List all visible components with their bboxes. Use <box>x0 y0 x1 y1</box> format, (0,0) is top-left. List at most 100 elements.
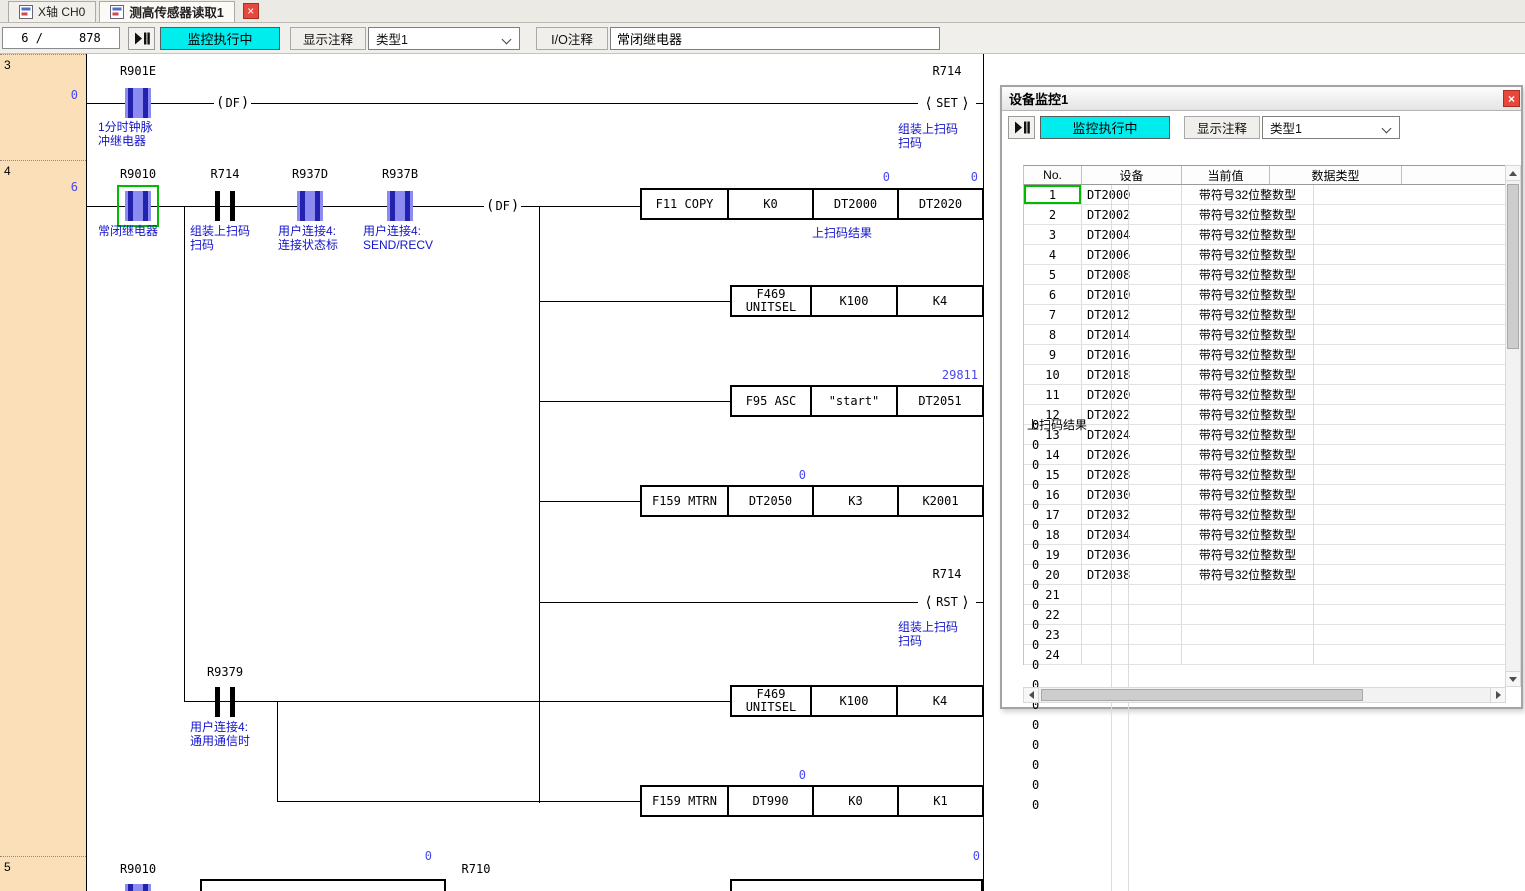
instruction-box-f469-unitsel[interactable]: F469UNITSEL K100 K4 <box>730 285 984 317</box>
table-row[interactable]: 17DT20320带符号32位整数型 <box>1024 505 1506 525</box>
tab-close-button[interactable]: × <box>243 3 259 19</box>
operand-cell: K4 <box>896 687 982 715</box>
contact-R937D[interactable] <box>297 191 323 221</box>
monitor-value: 0 <box>724 468 806 482</box>
df-instruction[interactable]: DF <box>484 197 521 215</box>
operand-cell: K100 <box>810 287 896 315</box>
monitor-value: 0 <box>896 170 978 184</box>
device-label-R9010: R9010 <box>108 862 168 876</box>
operand-cell: K2001 <box>897 487 982 515</box>
operand-cell: DT2051 <box>896 387 982 415</box>
monitor-toggle-button[interactable] <box>1008 116 1035 139</box>
tab-height-sensor-read-1[interactable]: 测高传感器读取1 <box>99 1 234 22</box>
scroll-down-button[interactable] <box>1505 671 1521 687</box>
table-row[interactable]: 6DT20100带符号32位整数型 <box>1024 285 1506 305</box>
scroll-left-button[interactable] <box>1023 687 1039 703</box>
vertical-scrollbar[interactable] <box>1505 165 1521 687</box>
table-row[interactable]: 20DT20380带符号32位整数型 <box>1024 565 1506 585</box>
table-row[interactable]: 11DT20200带符号32位整数型 <box>1024 385 1506 405</box>
table-row[interactable]: 22 <box>1024 605 1506 625</box>
table-row[interactable]: 19DT20360带符号32位整数型 <box>1024 545 1506 565</box>
device-label-R901E: R901E <box>108 64 168 78</box>
contact-R937B[interactable] <box>387 191 413 221</box>
column-header-no[interactable]: No. <box>1024 166 1082 184</box>
horizontal-scrollbar[interactable] <box>1023 687 1506 703</box>
monitor-table-body: 1DT20000带符号32位整数型上扫码结果 2DT20020带符号32位整数型… <box>1023 185 1506 665</box>
contact-R901E[interactable] <box>125 88 151 118</box>
cell-type: 带符号32位整数型 <box>1182 565 1314 584</box>
monitor-toggle-button[interactable] <box>128 27 155 50</box>
contact-R714[interactable] <box>212 191 238 221</box>
table-row[interactable]: 4DT20060带符号32位整数型 <box>1024 245 1506 265</box>
device-label-R937D: R937D <box>280 167 340 181</box>
table-row[interactable]: 10DT20180带符号32位整数型 <box>1024 365 1506 385</box>
table-row[interactable]: 16DT20300带符号32位整数型 <box>1024 485 1506 505</box>
step-position-field[interactable]: 6 / 878 <box>2 27 120 49</box>
rung-margin-4[interactable] <box>0 160 86 856</box>
operand-cell: DT990 <box>727 787 812 815</box>
table-row[interactable]: 13DT20240带符号32位整数型 <box>1024 425 1506 445</box>
instruction-box-f159-mtrn[interactable]: F159 MTRN DT990 K0 K1 <box>640 785 984 817</box>
wire <box>540 602 983 603</box>
instruction-box-partial[interactable] <box>200 879 446 891</box>
monitor-window-title: 设备监控1 <box>1009 89 1068 108</box>
branch-wire <box>539 206 540 803</box>
table-row[interactable]: 23 <box>1024 625 1506 645</box>
device-label-R9010: R9010 <box>108 167 168 181</box>
table-row[interactable]: 21 <box>1024 585 1506 605</box>
rung-margin-3[interactable] <box>0 54 86 160</box>
table-row[interactable]: 24 <box>1024 645 1506 665</box>
device-label-R9379: R9379 <box>195 665 255 679</box>
cell-type <box>1182 645 1314 664</box>
operand-cell: "start" <box>810 387 896 415</box>
instruction-box-f95-asc[interactable]: F95 ASC "start" DT2051 <box>730 385 984 417</box>
scroll-up-button[interactable] <box>1505 165 1521 181</box>
rung-step-address: 0 <box>36 88 78 102</box>
rung-number: 5 <box>4 860 11 874</box>
tab-x-axis-ch0[interactable]: X轴 CH0 <box>8 1 96 22</box>
table-row[interactable]: 8DT20140带符号32位整数型 <box>1024 325 1506 345</box>
table-row[interactable]: 9DT20160带符号32位整数型 <box>1024 345 1506 365</box>
scroll-right-button[interactable] <box>1490 687 1506 703</box>
table-row[interactable]: 12DT20220带符号32位整数型 <box>1024 405 1506 425</box>
chevron-down-icon <box>1382 124 1392 134</box>
instruction-box-partial[interactable] <box>730 879 983 891</box>
contact-R9010[interactable] <box>125 884 151 891</box>
instruction-box-f11-copy[interactable]: F11 COPY K0 DT2000 DT2020 <box>640 188 984 220</box>
vertical-scroll-thumb[interactable] <box>1507 184 1519 349</box>
column-header-device[interactable]: 设备 <box>1082 166 1182 184</box>
table-row[interactable]: 15DT20280带符号32位整数型 <box>1024 465 1506 485</box>
monitor-close-button[interactable]: × <box>1503 90 1520 107</box>
instruction-box-f159-mtrn[interactable]: F159 MTRN DT2050 K3 K2001 <box>640 485 984 517</box>
rst-coil[interactable]: RST <box>918 593 976 611</box>
operand-cell: K0 <box>812 787 897 815</box>
cell-type <box>1182 605 1314 624</box>
instruction-box-f469-unitsel[interactable]: F469UNITSEL K100 K4 <box>730 685 984 717</box>
monitor-value: 0 <box>808 170 890 184</box>
column-header-value[interactable]: 当前值 <box>1182 166 1270 184</box>
df-instruction[interactable]: DF <box>214 94 251 112</box>
monitor-window-titlebar[interactable]: 设备监控1 × <box>1002 87 1521 111</box>
device-comment: 1分时钟脉冲继电器 <box>98 120 153 148</box>
column-header-comment[interactable] <box>1402 166 1507 184</box>
contact-R9379[interactable] <box>212 687 238 717</box>
comment-type-select[interactable]: 类型1 <box>368 27 520 50</box>
device-label-R714: R714 <box>918 64 976 78</box>
table-row[interactable]: 1DT20000带符号32位整数型上扫码结果 <box>1024 185 1506 205</box>
horizontal-scroll-thumb[interactable] <box>1041 689 1363 701</box>
table-row[interactable]: 3DT20040带符号32位整数型 <box>1024 225 1506 245</box>
fpwin-application: X轴 CH0 测高传感器读取1 × 6 / 878 监控执行中 显示注释 类型1… <box>0 0 1525 891</box>
table-row[interactable]: 2DT20020带符号32位整数型 <box>1024 205 1506 225</box>
table-row[interactable]: 5DT20080带符号32位整数型 <box>1024 265 1506 285</box>
table-row[interactable]: 14DT20260带符号32位整数型 <box>1024 445 1506 465</box>
rung-margin-5[interactable] <box>0 856 86 891</box>
table-row[interactable]: 18DT20340带符号32位整数型 <box>1024 525 1506 545</box>
cell-type: 带符号32位整数型 <box>1182 305 1314 324</box>
column-header-type[interactable]: 数据类型 <box>1270 166 1402 184</box>
cell-type <box>1182 625 1314 644</box>
table-row[interactable]: 7DT20120带符号32位整数型 <box>1024 305 1506 325</box>
set-coil[interactable]: SET <box>918 94 976 112</box>
comment-type-select[interactable]: 类型1 <box>1262 116 1400 139</box>
io-comment-input[interactable] <box>610 27 940 50</box>
cell-type: 带符号32位整数型 <box>1182 245 1314 264</box>
